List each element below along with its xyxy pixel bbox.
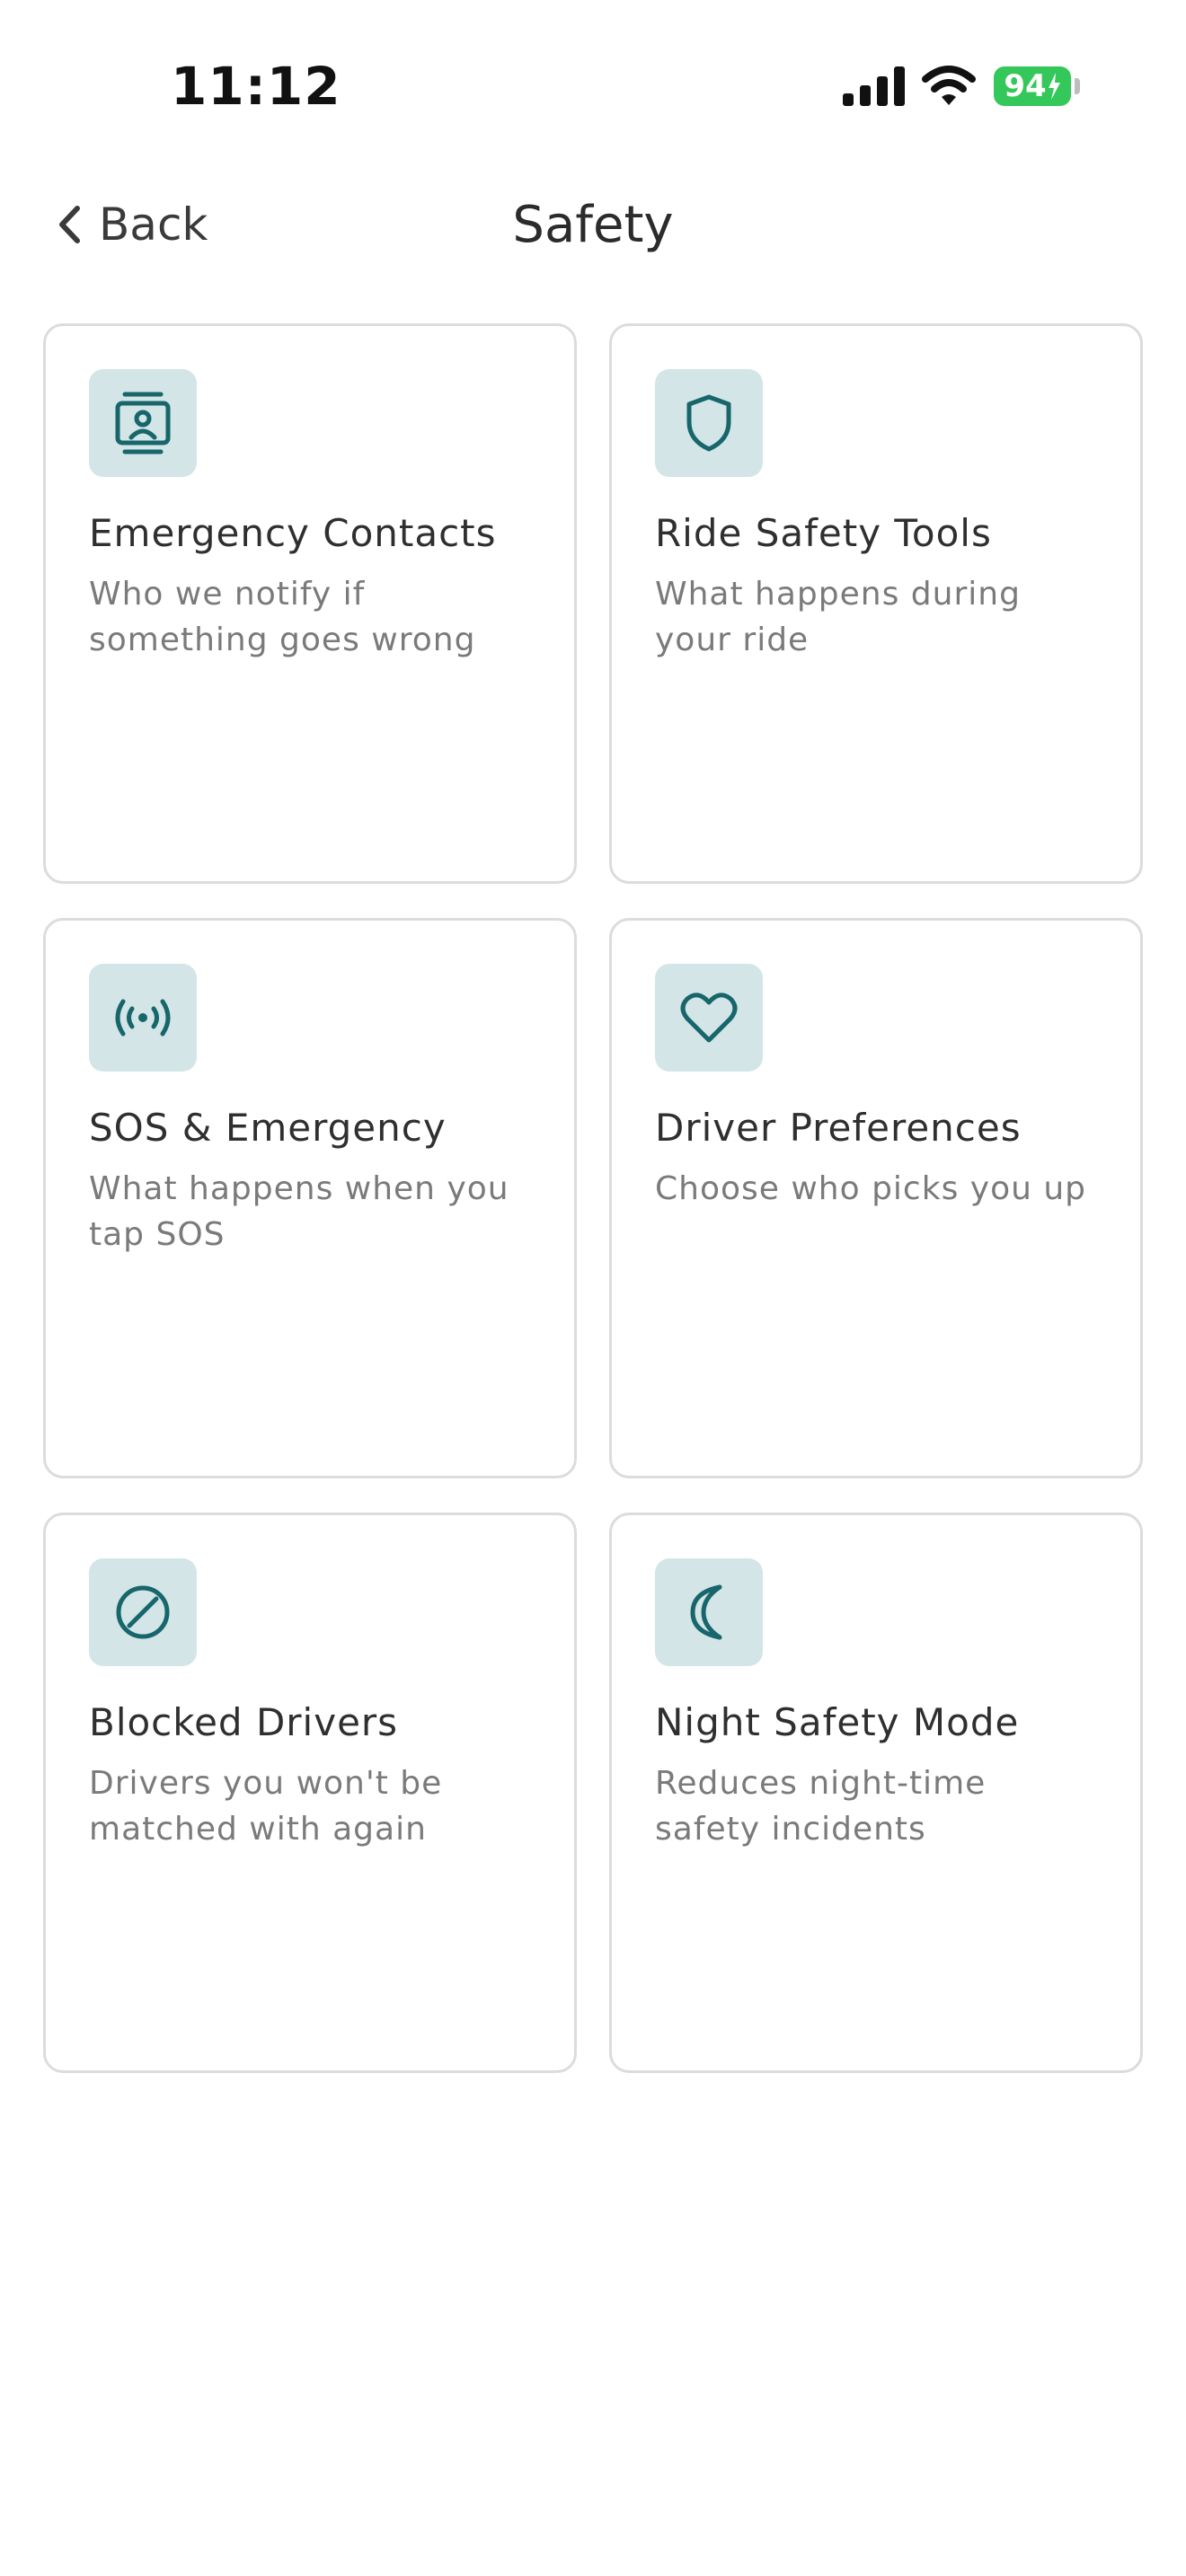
navigation-bar: Back Safety — [0, 171, 1186, 278]
status-bar: 11:12 94 — [0, 0, 1186, 171]
card-description: Choose who picks you up — [655, 1170, 1087, 1207]
shield-icon — [686, 394, 731, 452]
card-title: Driver Preferences — [655, 1106, 1022, 1150]
icon-tile — [89, 1558, 197, 1666]
card-emergency-contacts[interactable]: Emergency Contacts Who we notify if some… — [43, 323, 577, 884]
icon-tile — [655, 369, 763, 477]
broadcast-icon — [115, 999, 171, 1037]
icon-tile — [655, 964, 763, 1072]
card-sos-emergency[interactable]: SOS & Emergency What happens when you ta… — [43, 918, 577, 1478]
card-ride-safety-tools[interactable]: Ride Safety Tools What happens during yo… — [609, 323, 1143, 884]
card-title: Blocked Drivers — [89, 1700, 399, 1744]
icon-tile — [89, 964, 197, 1072]
card-night-safety-mode[interactable]: Night Safety Mode Reduces night-time saf… — [609, 1513, 1143, 2073]
heart-icon — [680, 992, 738, 1043]
wifi-icon — [922, 66, 976, 105]
moon-icon — [690, 1584, 722, 1640]
battery-indicator: 94 — [994, 66, 1071, 106]
card-description: Drivers you won't be matched with again — [89, 1765, 443, 1848]
block-icon — [116, 1585, 170, 1639]
card-title: Ride Safety Tools — [655, 511, 992, 555]
card-title: SOS & Emergency — [89, 1106, 447, 1150]
safety-options-grid: Emergency Contacts Who we notify if some… — [43, 323, 1143, 2073]
icon-tile — [89, 369, 197, 477]
card-blocked-drivers[interactable]: Blocked Drivers Drivers you won't be mat… — [43, 1513, 577, 2073]
charging-bolt-icon — [1048, 73, 1060, 100]
battery-level: 94 — [1004, 68, 1047, 104]
icon-tile — [655, 1558, 763, 1666]
card-description: Reduces night-time safety incidents — [655, 1765, 987, 1848]
card-title: Emergency Contacts — [89, 511, 497, 555]
status-time: 11:12 — [171, 56, 341, 117]
card-description: What happens when you tap SOS — [89, 1170, 509, 1253]
page-title: Safety — [512, 196, 674, 254]
card-description: Who we notify if something goes wrong — [89, 576, 476, 658]
contacts-icon — [115, 392, 171, 454]
card-driver-preferences[interactable]: Driver Preferences Choose who picks you … — [609, 918, 1143, 1478]
card-description: What happens during your ride — [655, 576, 1021, 658]
cellular-signal-icon — [843, 66, 905, 106]
battery-tip — [1075, 78, 1080, 94]
card-title: Night Safety Mode — [655, 1700, 1020, 1744]
